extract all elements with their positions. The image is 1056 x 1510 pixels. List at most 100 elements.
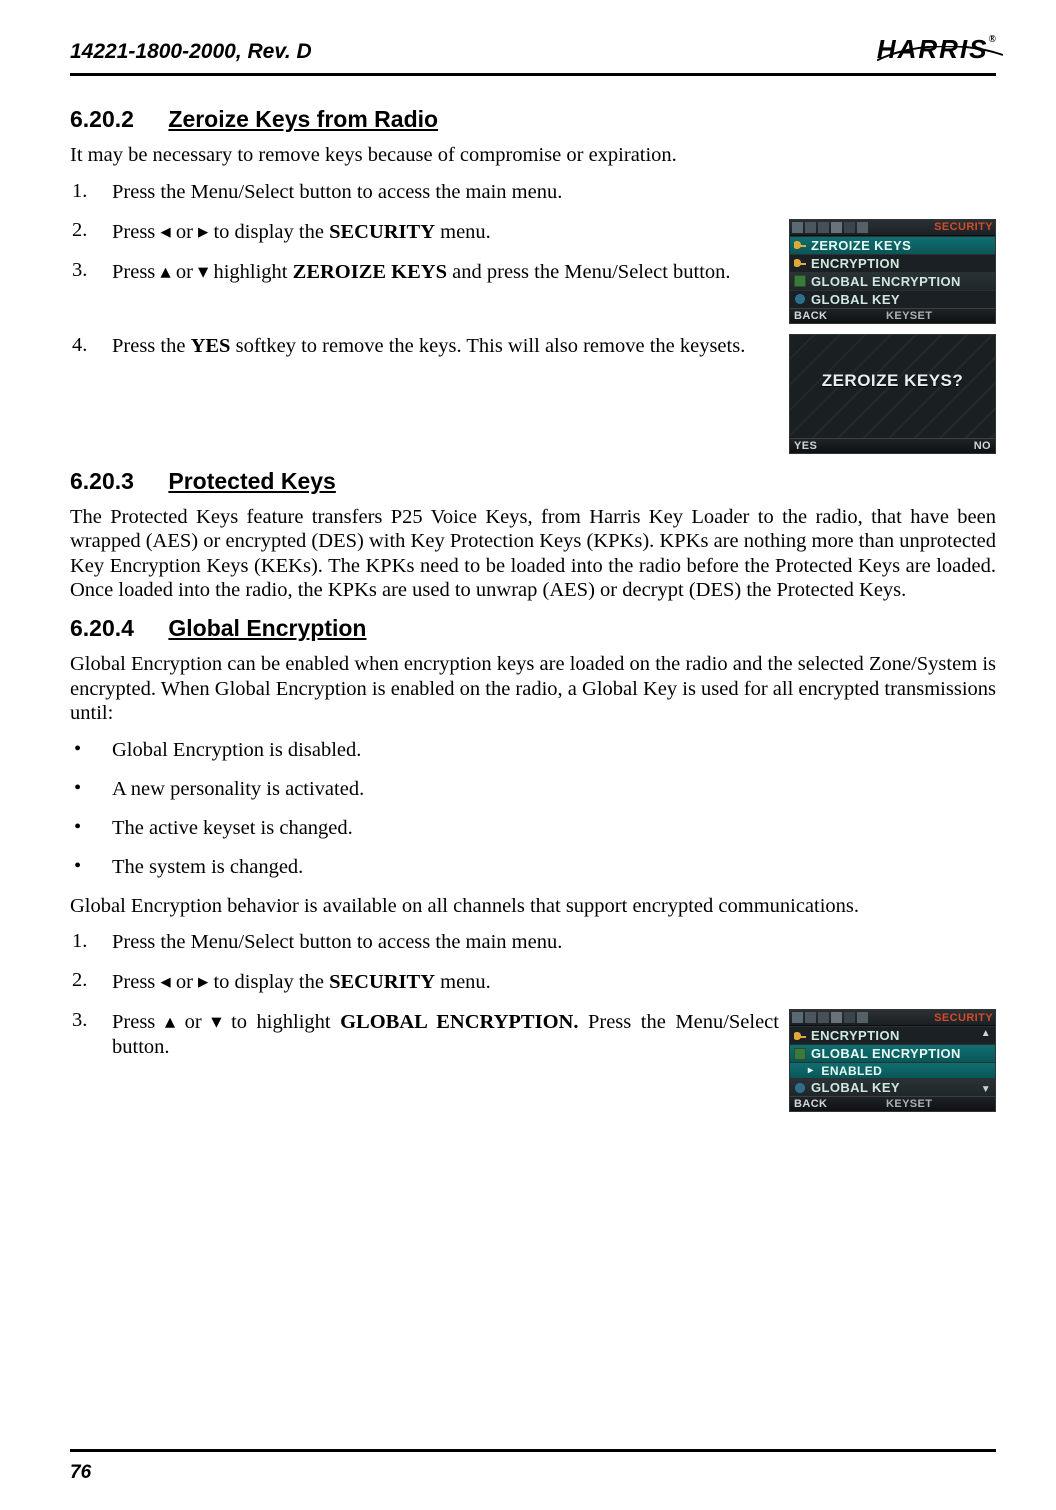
status-icon — [818, 1012, 829, 1023]
step-text: Press ▴ or ▾ to highlight GLOBAL ENCRYPT… — [112, 1009, 779, 1060]
status-icon — [857, 222, 868, 233]
bullet-icon: • — [70, 816, 112, 839]
bullet-icon: • — [70, 738, 112, 761]
step-text: Press the YES softkey to remove the keys… — [112, 334, 779, 359]
left-arrow-icon: ◂ — [160, 970, 170, 993]
registered-icon: ® — [989, 34, 996, 45]
paragraph: Global Encryption behavior is available … — [70, 894, 996, 919]
paragraph: Global Encryption can be enabled when en… — [70, 652, 996, 726]
menu-row: ENCRYPTION — [790, 254, 995, 272]
section-heading-6-20-4: 6.20.4 Global Encryption — [70, 615, 996, 642]
softkey-bar: BACK KEYSET — [790, 1096, 995, 1111]
right-arrow-icon: ▸ — [198, 220, 208, 243]
step-number: 4. — [70, 334, 112, 357]
radio-screen-zeroize-confirm: ZEROIZE KEYS? YES NO — [789, 334, 996, 454]
status-icon — [844, 1012, 855, 1023]
softkey-right: NO — [974, 440, 991, 452]
step-text: Press the Menu/Select button to access t… — [112, 180, 996, 205]
bullet-list: • Global Encryption is disabled. • A new… — [70, 738, 996, 880]
section-number: 6.20.3 — [70, 468, 162, 495]
step-4-with-screen: 4. Press the YES softkey to remove the k… — [70, 334, 996, 454]
list-item: • The system is changed. — [70, 855, 996, 880]
lock-icon — [794, 275, 806, 287]
step-1: 1. Press the Menu/Select button to acces… — [70, 180, 996, 205]
step-number: 2. — [70, 219, 112, 242]
menu-row: GLOBAL ENCRYPTION — [790, 1044, 995, 1062]
list-item: • A new personality is activated. — [70, 777, 996, 802]
header-rule — [70, 73, 996, 76]
softkey-left: BACK — [794, 1098, 827, 1110]
status-icon — [857, 1012, 868, 1023]
steps-2-3-with-screen: 2. Press ◂ or ▸ to display the SECURITY … — [70, 219, 996, 324]
menu-row: GLOBAL KEY — [790, 1078, 995, 1096]
step-2: 2. Press ◂ or ▸ to display the SECURITY … — [70, 969, 996, 995]
right-arrow-icon: ▸ — [198, 970, 208, 993]
intro-paragraph: It may be necessary to remove keys becau… — [70, 143, 996, 168]
status-icon — [831, 222, 842, 233]
status-icon — [831, 1012, 842, 1023]
scroll-up-icon: ▲ — [981, 1028, 991, 1039]
globe-icon — [794, 293, 806, 305]
up-arrow-icon: ▴ — [160, 260, 170, 283]
screen-title: SECURITY — [934, 1012, 993, 1024]
key-icon — [794, 239, 806, 251]
status-icon — [805, 1012, 816, 1023]
status-icons — [792, 222, 868, 233]
globe-icon — [794, 1082, 806, 1094]
step-3: 3. Press ▴ or ▾ highlight ZEROIZE KEYS a… — [70, 259, 779, 285]
step-number: 3. — [70, 1009, 112, 1032]
page-number: 76 — [70, 1462, 91, 1484]
section-number: 6.20.2 — [70, 106, 162, 133]
list-text: The system is changed. — [112, 855, 996, 880]
sub-arrow-icon: ▸ — [808, 1065, 813, 1076]
step-text: Press ◂ or ▸ to display the SECURITY men… — [112, 219, 779, 245]
step-text: Press ▴ or ▾ highlight ZEROIZE KEYS and … — [112, 259, 779, 285]
softkey-left: YES — [794, 440, 817, 452]
softkey-bar: BACK KEYSET — [790, 308, 995, 323]
step-number: 3. — [70, 259, 112, 282]
scroll-down-icon: ▼ — [981, 1084, 991, 1095]
section-heading-6-20-3: 6.20.3 Protected Keys — [70, 468, 996, 495]
step-3: 3. Press ▴ or ▾ to highlight GLOBAL ENCR… — [70, 1009, 779, 1060]
step-2: 2. Press ◂ or ▸ to display the SECURITY … — [70, 219, 779, 245]
radio-screen-global-encryption: SECURITY ▲ ENCRYPTION GLOBAL ENCRYPTION … — [789, 1009, 996, 1112]
radio-screen-zeroize-menu: SECURITY ZEROIZE KEYS ENCRYPTION GLOBAL … — [789, 219, 996, 324]
paragraph: The Protected Keys feature transfers P25… — [70, 505, 996, 603]
up-arrow-icon: ▴ — [165, 1010, 175, 1033]
section-heading-6-20-2: 6.20.2 Zeroize Keys from Radio — [70, 106, 996, 133]
key-icon — [794, 257, 806, 269]
step-number: 1. — [70, 930, 112, 953]
status-icon — [805, 222, 816, 233]
step-number: 1. — [70, 180, 112, 203]
status-icon — [844, 222, 855, 233]
step-3-with-screen: 3. Press ▴ or ▾ to highlight GLOBAL ENCR… — [70, 1009, 996, 1112]
page-header: 14221-1800-2000, Rev. D HARRIS® — [70, 40, 996, 71]
softkey-center: KEYSET — [886, 310, 932, 322]
confirm-text: ZEROIZE KEYS? — [790, 371, 995, 391]
down-arrow-icon: ▾ — [198, 260, 208, 283]
step-text: Press the Menu/Select button to access t… — [112, 930, 996, 955]
section-title: Global Encryption — [168, 615, 366, 641]
step-4: 4. Press the YES softkey to remove the k… — [70, 334, 779, 359]
status-icons — [792, 1012, 868, 1023]
chevron-background — [790, 335, 995, 453]
brand-text: HARRIS — [877, 34, 989, 64]
section-number: 6.20.4 — [70, 615, 162, 642]
softkey-center: KEYSET — [886, 1098, 932, 1110]
bullet-icon: • — [70, 855, 112, 878]
section-title: Zeroize Keys from Radio — [168, 106, 438, 132]
list-item: • The active keyset is changed. — [70, 816, 996, 841]
menu-row: ZEROIZE KEYS — [790, 236, 995, 254]
list-item: • Global Encryption is disabled. — [70, 738, 996, 763]
brand-logo: HARRIS® — [877, 34, 996, 65]
list-text: Global Encryption is disabled. — [112, 738, 996, 763]
softkey-left: BACK — [794, 310, 827, 322]
step-number: 2. — [70, 969, 112, 992]
key-icon — [794, 1030, 806, 1042]
down-arrow-icon: ▾ — [211, 1010, 221, 1033]
bullet-icon: • — [70, 777, 112, 800]
status-icon — [792, 222, 803, 233]
menu-row: ENCRYPTION — [790, 1026, 995, 1044]
status-icon — [818, 222, 829, 233]
screen-title: SECURITY — [934, 221, 993, 233]
